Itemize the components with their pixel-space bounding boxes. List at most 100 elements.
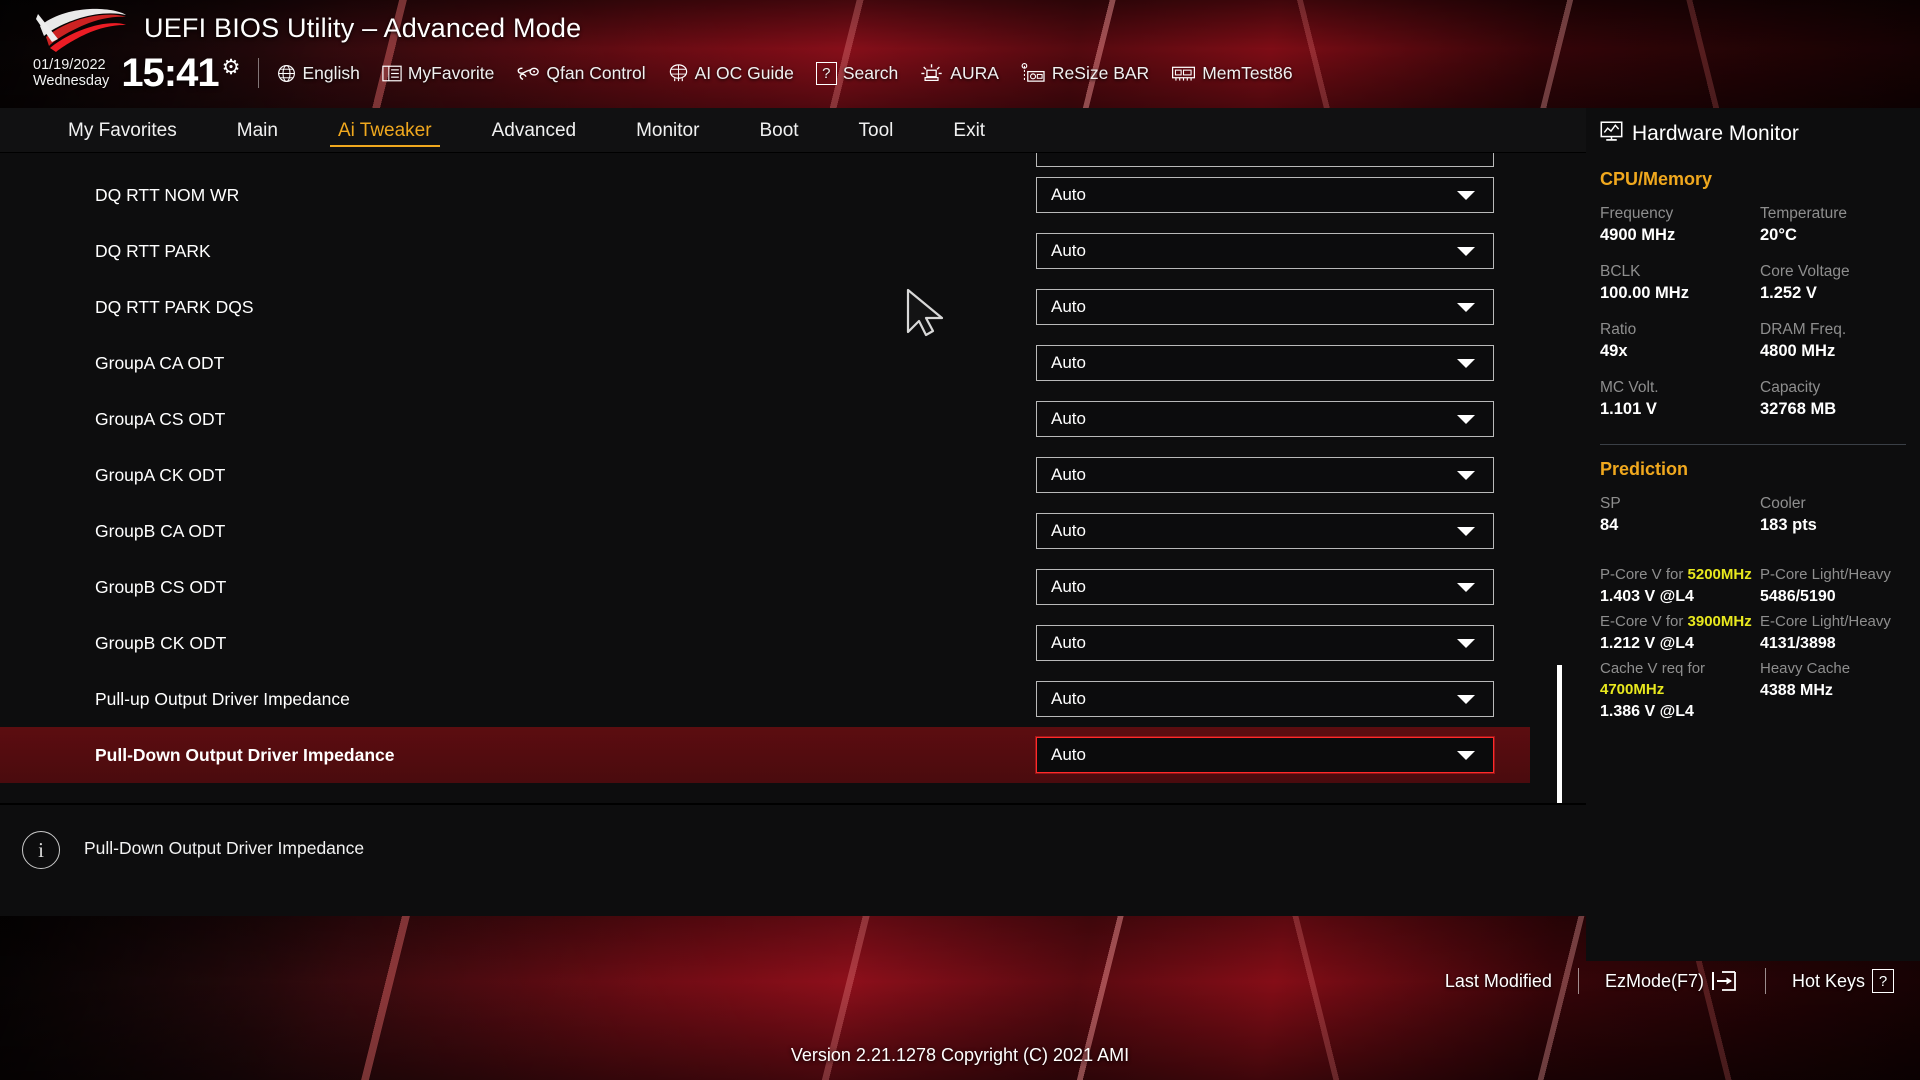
- setting-row[interactable]: GroupA CS ODT Auto: [0, 391, 1530, 447]
- setting-row[interactable]: Pull-up Output Driver Impedance Auto: [0, 671, 1530, 727]
- ez-mode-button[interactable]: EzMode(F7): [1605, 969, 1739, 993]
- hot-keys-key: ?: [1872, 969, 1894, 993]
- toolbar-item-search[interactable]: ? Search: [815, 61, 899, 85]
- chevron-down-icon[interactable]: [1457, 470, 1475, 480]
- setting-dropdown[interactable]: Auto: [1036, 233, 1494, 269]
- setting-value: Auto: [1051, 689, 1086, 708]
- tab-exit[interactable]: Exit: [945, 108, 993, 153]
- setting-value: Auto: [1051, 409, 1086, 428]
- setting-row[interactable]: GroupB CS ODT Auto: [0, 559, 1530, 615]
- rog-logo-icon: [36, 8, 126, 52]
- hw-metric: Ratio 49x: [1600, 320, 1760, 362]
- monitor-chart-icon: [1600, 120, 1623, 148]
- hw-metric-value: 4800 MHz: [1760, 342, 1836, 360]
- chevron-down-icon[interactable]: [1457, 638, 1475, 648]
- setting-label: GroupA CS ODT: [95, 408, 226, 429]
- chevron-down-icon[interactable]: [1457, 694, 1475, 704]
- hw-metric-value: 100.00 MHz: [1600, 284, 1689, 302]
- hot-keys-label: Hot Keys: [1791, 970, 1865, 991]
- setting-row[interactable]: GroupA CK ODT Auto: [0, 447, 1530, 503]
- ez-mode-label: EzMode(F7): [1604, 970, 1704, 991]
- question-icon: ?: [815, 61, 837, 85]
- chevron-down-icon[interactable]: [1457, 302, 1475, 312]
- chevron-down-icon[interactable]: [1457, 582, 1475, 592]
- setting-dropdown[interactable]: Auto: [1036, 625, 1494, 661]
- toolbar-item-aura[interactable]: AURA: [920, 63, 999, 84]
- list-icon: [382, 65, 402, 82]
- prediction-detail-value: 4388 MHz: [1760, 682, 1833, 699]
- prediction-detail-key: P-Core Light/Heavy: [1760, 566, 1891, 583]
- setting-dropdown[interactable]: Auto: [1036, 345, 1494, 381]
- hw-metric-key: DRAM Freq.: [1760, 321, 1847, 338]
- setting-value: Auto: [1051, 241, 1086, 260]
- info-icon: i: [22, 831, 60, 869]
- divider: [1764, 968, 1766, 994]
- setting-label: GroupA CA ODT: [95, 352, 225, 373]
- setting-dropdown[interactable]: Auto: [1036, 737, 1494, 773]
- setting-label: Pull-Down Output Driver Impedance: [95, 744, 395, 765]
- setting-dropdown[interactable]: Auto: [1036, 681, 1494, 717]
- setting-dropdown[interactable]: Auto: [1036, 401, 1494, 437]
- tab-monitor[interactable]: Monitor: [628, 108, 707, 153]
- chevron-down-icon[interactable]: [1457, 414, 1475, 424]
- hw-metric: DRAM Freq. 4800 MHz: [1760, 320, 1920, 362]
- chevron-down-icon[interactable]: [1457, 246, 1475, 256]
- setting-label: GroupB CS ODT: [95, 576, 227, 597]
- tab-label: Tool: [858, 119, 894, 141]
- toolbar-label: Search: [842, 62, 899, 83]
- setting-dropdown[interactable]: Auto: [1036, 177, 1494, 213]
- tab-ai-tweaker[interactable]: Ai Tweaker: [329, 108, 440, 153]
- setting-label: GroupB CK ODT: [95, 632, 227, 653]
- hw-metric: Frequency 4900 MHz: [1600, 204, 1760, 246]
- chevron-down-icon[interactable]: [1457, 526, 1475, 536]
- last-modified-button[interactable]: Last Modified: [1445, 971, 1552, 992]
- setting-row[interactable]: DQ RTT PARK Auto: [0, 223, 1530, 279]
- toolbar-item-english[interactable]: English: [277, 63, 360, 84]
- brain-icon: [668, 63, 689, 83]
- tab-main[interactable]: Main: [229, 108, 286, 153]
- memory-icon: [1171, 64, 1196, 82]
- hw-metric: BCLK 100.00 MHz: [1600, 262, 1760, 304]
- setting-dropdown[interactable]: Auto: [1036, 569, 1494, 605]
- gear-icon[interactable]: ⚙: [222, 55, 241, 80]
- toolbar-item-resize-bar[interactable]: ReSize BAR: [1021, 63, 1149, 84]
- toolbar-item-memtest86[interactable]: MemTest86: [1171, 63, 1293, 84]
- chevron-down-icon[interactable]: [1457, 358, 1475, 368]
- prediction-heading: Prediction: [1600, 459, 1689, 479]
- main-nav: My Favorites Main Ai Tweaker Advanced Monito…: [0, 108, 1586, 153]
- toolbar-item-myfavorite[interactable]: MyFavorite: [382, 63, 494, 84]
- hw-metric: MC Volt. 1.101 V: [1600, 378, 1760, 420]
- scrollbar-thumb[interactable]: [1557, 665, 1562, 803]
- setting-dropdown[interactable]: Auto: [1036, 513, 1494, 549]
- setting-row[interactable]: GroupB CK ODT Auto: [0, 615, 1530, 671]
- chevron-down-icon[interactable]: [1457, 750, 1475, 760]
- setting-row[interactable]: Pull-Down Output Driver Impedance Auto: [0, 727, 1530, 783]
- divider: [258, 58, 260, 88]
- setting-value: Auto: [1051, 577, 1086, 596]
- tab-my-favorites[interactable]: My Favorites: [60, 108, 185, 153]
- setting-dropdown[interactable]: Auto: [1036, 457, 1494, 493]
- setting-row[interactable]: GroupB CA ODT Auto: [0, 503, 1530, 559]
- fan-icon: [516, 64, 540, 83]
- prediction-detail: E-Core Light/Heavy 4131/3898: [1760, 611, 1920, 655]
- hot-keys-button[interactable]: Hot Keys ?: [1792, 969, 1894, 993]
- tab-advanced[interactable]: Advanced: [484, 108, 585, 153]
- prediction-detail-value: 5486/5190: [1760, 588, 1836, 605]
- hw-metric-value: 1.101 V: [1600, 400, 1657, 418]
- setting-label: DQ RTT NOM WR: [95, 184, 240, 205]
- setting-row[interactable]: GroupA CA ODT Auto: [0, 335, 1530, 391]
- partial-dropdown-above: [1036, 153, 1494, 167]
- hw-metric-key: BCLK: [1600, 263, 1641, 280]
- globe-icon: [277, 64, 296, 83]
- tab-tool[interactable]: Tool: [851, 108, 902, 153]
- cpu-memory-heading: CPU/Memory: [1600, 169, 1713, 189]
- prediction-detail-value: 1.403 V @L4: [1600, 588, 1694, 605]
- setting-dropdown[interactable]: Auto: [1036, 289, 1494, 325]
- toolbar-item-ai-oc-guide[interactable]: AI OC Guide: [668, 63, 794, 84]
- setting-row[interactable]: DQ RTT NOM WR Auto: [0, 167, 1530, 223]
- chevron-down-icon[interactable]: [1457, 190, 1475, 200]
- clock-time: 15:41: [121, 51, 219, 95]
- tab-boot[interactable]: Boot: [751, 108, 806, 153]
- setting-row[interactable]: DQ RTT PARK DQS Auto: [0, 279, 1530, 335]
- toolbar-item-qfan-control[interactable]: Qfan Control: [516, 63, 646, 84]
